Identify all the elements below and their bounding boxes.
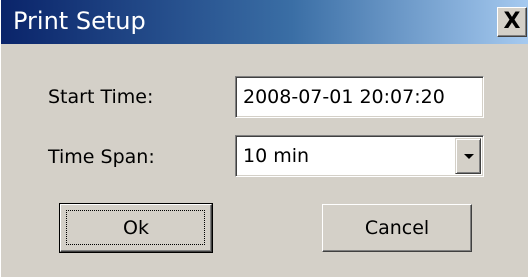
dropdown-button[interactable] bbox=[455, 138, 481, 174]
start-time-input[interactable]: 2008-07-01 20:07:20 bbox=[235, 76, 484, 118]
start-time-label: Start Time: bbox=[48, 86, 154, 108]
chevron-down-icon bbox=[464, 154, 474, 159]
close-icon: X bbox=[503, 9, 521, 34]
print-setup-dialog: Print Setup X Start Time: 2008-07-01 20:… bbox=[0, 0, 528, 277]
cancel-button-label: Cancel bbox=[364, 217, 430, 239]
start-time-value: 2008-07-01 20:07:20 bbox=[243, 86, 445, 108]
time-span-label: Time Span: bbox=[48, 146, 155, 168]
time-span-select[interactable]: 10 min bbox=[235, 135, 484, 177]
dialog-title: Print Setup bbox=[13, 7, 146, 35]
ok-button-label: Ok bbox=[123, 217, 149, 239]
cancel-button[interactable]: Cancel bbox=[322, 204, 472, 252]
time-span-value: 10 min bbox=[243, 145, 310, 167]
ok-button[interactable]: Ok bbox=[59, 203, 213, 253]
close-button[interactable]: X bbox=[497, 7, 527, 37]
title-bar[interactable]: Print Setup X bbox=[1, 0, 528, 44]
